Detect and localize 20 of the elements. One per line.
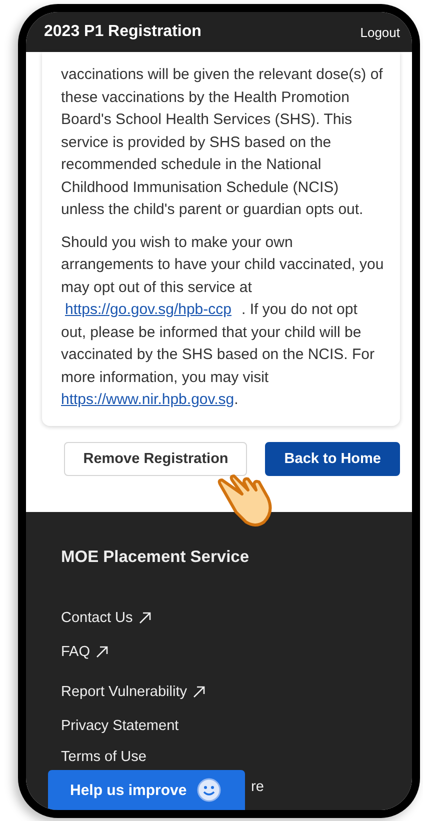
footer-link[interactable]: Report Vulnerability <box>61 680 205 702</box>
remove-registration-button[interactable]: Remove Registration <box>64 442 248 476</box>
footer-link[interactable]: Privacy Statement <box>61 714 179 736</box>
footer-link[interactable]: Terms of Use <box>61 746 146 768</box>
footer-link[interactable]: Contact Us <box>61 606 151 628</box>
external-link-icon <box>193 686 205 698</box>
external-link-icon <box>96 646 108 658</box>
logout-link[interactable]: Logout <box>360 24 400 40</box>
paragraph-text: vaccinations will be given the relevant dose(s) of these vaccinations by the Health Promotion Board's School Health Services (SHS). This service is provided by SHS based on the recommended schedule in the National Childhood Immunisation Schedule (NCIS) unless the child's parent or guardian opts out. <box>61 65 384 220</box>
footer-title: MOE Placement Service <box>61 548 250 566</box>
back-home-button[interactable]: Back to Home <box>265 442 400 476</box>
url-link[interactable]: https://go.gov.sg/hpb-ccp <box>65 301 232 318</box>
footer-link[interactable]: re <box>251 776 264 798</box>
url-link[interactable]: https://www.nir.hpb.gov.sg <box>61 391 234 408</box>
footer-link[interactable]: FAQ <box>61 640 108 662</box>
external-link-icon <box>138 612 151 624</box>
paragraph-text: Should you wish to make your own arrangements to have your child vaccinated, you may opt out of this service at https://go.gov.sg/hpb-ccp . If you do not opt out, please be informed that your child will be vaccinated by the SHS based on the NCIS. For more information, you may visit https://www.nir.hpb.gov.sg. <box>61 232 384 410</box>
smiley-icon <box>196 778 221 802</box>
feedback-button[interactable]: Help us improve <box>48 770 245 810</box>
page-title: 2023 P1 Registration <box>44 23 202 41</box>
